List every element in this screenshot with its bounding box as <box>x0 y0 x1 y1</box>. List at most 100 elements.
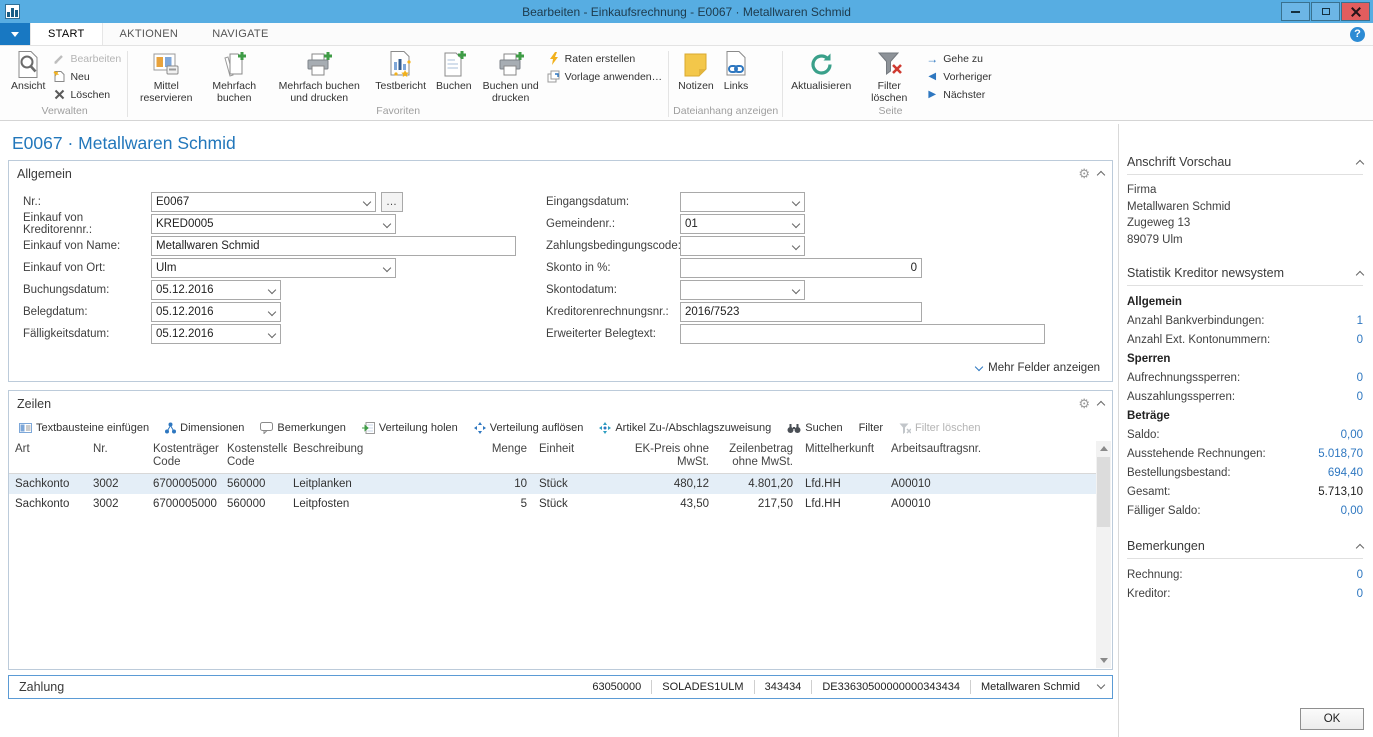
nr-assist-button[interactable]: … <box>381 192 403 212</box>
col-nr[interactable]: Nr. <box>87 440 147 473</box>
belegdatum-combobox[interactable]: 05.12.2016 <box>151 302 281 322</box>
ok-button[interactable]: OK <box>1300 708 1364 730</box>
stat-row: Bestellungsbestand: 694,40 <box>1127 464 1363 483</box>
kreditorenrechnungsnr-input[interactable]: 2016/7523 <box>680 302 922 322</box>
buchen-und-drucken-button[interactable]: Buchen und drucken <box>477 48 545 105</box>
skonto-input[interactable]: 0 <box>680 258 922 278</box>
col-zeilenbetrag[interactable]: Zeilenbetrag ohne MwSt. <box>715 440 799 473</box>
pencil-icon <box>52 52 66 65</box>
ansicht-button[interactable]: Ansicht <box>6 48 50 93</box>
chevron-down-icon[interactable] <box>1090 681 1112 693</box>
close-button[interactable] <box>1341 2 1370 21</box>
mehr-felder-anzeigen-link[interactable]: Mehr Felder anzeigen <box>976 362 1100 374</box>
notizen-button[interactable]: Notizen <box>673 48 719 93</box>
links-button[interactable]: Links <box>719 48 754 93</box>
stat-value-link[interactable]: 0,00 <box>1341 502 1363 521</box>
naechster-button[interactable]: Nächster <box>925 87 991 102</box>
bemerkungen-button[interactable]: Bemerkungen <box>260 422 346 434</box>
application-menu-button[interactable] <box>0 23 30 45</box>
vertical-scrollbar[interactable] <box>1096 441 1111 668</box>
vorlage-anwenden-button[interactable]: Vorlage anwenden… <box>547 69 663 84</box>
verteilung-aufloesen-button[interactable]: Verteilung auflösen <box>474 422 584 434</box>
stat-value-link[interactable]: 0 <box>1357 585 1363 604</box>
neu-button[interactable]: Neu <box>52 69 121 84</box>
zahlung-factbox-bar[interactable]: Zahlung 63050000 SOLADES1ULM 343434 DE33… <box>8 675 1113 699</box>
kreditorennr-combobox[interactable]: KRED0005 <box>151 214 396 234</box>
buchen-button[interactable]: Buchen <box>431 48 477 93</box>
chevron-down-icon <box>11 32 19 37</box>
mehrfach-buchen-und-drucken-button[interactable]: Mehrfach buchen und drucken <box>268 48 370 105</box>
nr-combobox[interactable]: E0067 <box>151 192 376 212</box>
col-kostentraeger[interactable]: Kostenträger Code <box>147 440 221 473</box>
col-beschreibung[interactable]: Beschreibung <box>287 440 475 473</box>
collapse-chevron-icon[interactable] <box>1097 171 1105 179</box>
name-input[interactable]: Metallwaren Schmid <box>151 236 516 256</box>
collapse-chevron-icon[interactable] <box>1356 270 1364 278</box>
field-label-ort: Einkauf von Ort: <box>23 262 151 274</box>
mittel-reservieren-button[interactable]: Mittel reservieren <box>132 48 200 105</box>
zahlung-bankleitzahl: 63050000 <box>582 680 651 693</box>
vorheriger-button[interactable]: Vorheriger <box>925 69 991 84</box>
table-row[interactable]: Sachkonto 3002 6700005000 560000 Leitpla… <box>9 474 1097 494</box>
col-mittelherkunft[interactable]: Mittelherkunft <box>799 440 885 473</box>
zahlungsbedingungscode-combobox[interactable] <box>680 236 805 256</box>
gear-icon[interactable] <box>1078 166 1090 182</box>
scroll-down-arrow[interactable] <box>1096 653 1111 668</box>
scrollbar-thumb[interactable] <box>1097 457 1110 527</box>
faelligkeitsdatum-combobox[interactable]: 05.12.2016 <box>151 324 281 344</box>
collapse-chevron-icon[interactable] <box>1356 543 1364 551</box>
filter-loeschen-button[interactable]: Filter löschen <box>855 48 923 105</box>
field-label-erweiterter-belegtext: Erweiterter Belegtext: <box>546 328 680 340</box>
filter-loeschen-lines-button[interactable]: Filter löschen <box>899 422 980 434</box>
gehe-zu-button[interactable]: Gehe zu <box>925 51 991 66</box>
gemeindenr-combobox[interactable]: 01 <box>680 214 805 234</box>
window-titlebar: Bearbeiten - Einkaufsrechnung - E0067 · … <box>0 0 1373 23</box>
col-einheit[interactable]: Einheit <box>533 440 617 473</box>
fasttab-allgemein: Allgemein Nr.: E0067 … Einkauf von Kredi… <box>8 160 1113 382</box>
bearbeiten-button[interactable]: Bearbeiten <box>52 51 121 66</box>
verteilung-holen-button[interactable]: Verteilung holen <box>362 422 458 434</box>
filter-button[interactable]: Filter <box>859 422 883 434</box>
dimensionen-button[interactable]: Dimensionen <box>165 422 244 434</box>
collapse-chevron-icon[interactable] <box>1097 401 1105 409</box>
raten-erstellen-button[interactable]: Raten erstellen <box>547 51 663 66</box>
ribbon-group-favoriten: Mittel reservieren Mehrfach buchen Mehrf… <box>132 48 664 120</box>
stat-value-link[interactable]: 0 <box>1357 331 1363 350</box>
maximize-button[interactable] <box>1311 2 1340 21</box>
col-menge[interactable]: Menge <box>475 440 533 473</box>
suchen-button[interactable]: Suchen <box>787 422 842 434</box>
stat-value-link[interactable]: 0 <box>1357 566 1363 585</box>
stat-value-link[interactable]: 0,00 <box>1341 426 1363 445</box>
col-art[interactable]: Art <box>9 440 87 473</box>
col-kostenstellen[interactable]: Kostenstellen Code <box>221 440 287 473</box>
stat-value-link[interactable]: 5.018,70 <box>1318 445 1363 464</box>
skontodatum-combobox[interactable] <box>680 280 805 300</box>
table-row[interactable]: Sachkonto 3002 6700005000 560000 Leitpfo… <box>9 494 1097 514</box>
col-ek-preis[interactable]: EK-Preis ohne MwSt. <box>617 440 715 473</box>
artikel-zuweisung-button[interactable]: Artikel Zu-/Abschlagszuweisung <box>599 422 771 434</box>
view-document-icon <box>16 49 40 80</box>
stat-value-link[interactable]: 1 <box>1357 312 1363 331</box>
gear-icon[interactable] <box>1078 396 1090 412</box>
col-arbeitsauftragsnr[interactable]: Arbeitsauftragsnr. <box>885 440 1097 473</box>
textbausteine-einfuegen-button[interactable]: Textbausteine einfügen <box>19 422 149 434</box>
minimize-button[interactable] <box>1281 2 1310 21</box>
stat-value-link[interactable]: 0 <box>1357 388 1363 407</box>
testbericht-button[interactable]: Testbericht <box>370 48 431 93</box>
buchungsdatum-combobox[interactable]: 05.12.2016 <box>151 280 281 300</box>
erweiterter-belegtext-input[interactable] <box>680 324 1045 344</box>
scroll-up-arrow[interactable] <box>1096 441 1111 456</box>
chevron-down-icon <box>792 198 800 206</box>
tab-aktionen[interactable]: AKTIONEN <box>103 23 196 45</box>
tab-start[interactable]: START <box>30 23 103 45</box>
loeschen-button[interactable]: Löschen <box>52 87 121 102</box>
stat-value-link[interactable]: 694,40 <box>1328 464 1363 483</box>
help-icon[interactable]: ? <box>1350 27 1365 42</box>
mehrfach-buchen-button[interactable]: Mehrfach buchen <box>200 48 268 105</box>
aktualisieren-button[interactable]: Aktualisieren <box>787 48 855 93</box>
eingangsdatum-combobox[interactable] <box>680 192 805 212</box>
tab-navigate[interactable]: NAVIGATE <box>195 23 285 45</box>
stat-value-link[interactable]: 0 <box>1357 369 1363 388</box>
collapse-chevron-icon[interactable] <box>1356 159 1364 167</box>
ort-combobox[interactable]: Ulm <box>151 258 396 278</box>
